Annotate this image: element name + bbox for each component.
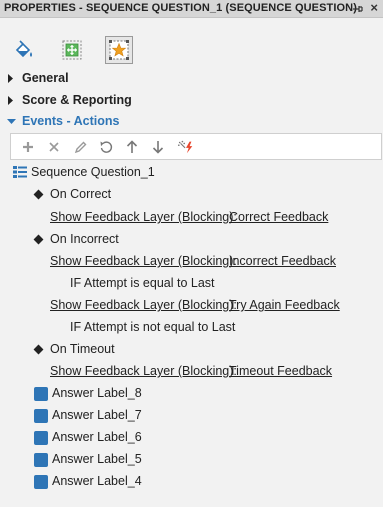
move-up-button[interactable] — [123, 138, 141, 156]
event-label: On Incorrect — [50, 232, 119, 246]
answer-square-icon — [34, 409, 48, 423]
answer-item[interactable]: Answer Label_6 — [0, 428, 383, 448]
answer-item[interactable]: Answer Label_4 — [0, 472, 383, 492]
delete-action-button[interactable] — [45, 138, 63, 156]
target-link[interactable]: Try Again Feedback — [229, 298, 340, 312]
close-icon[interactable]: × — [370, 1, 378, 15]
panel-titlebar: PROPERTIES - SEQUENCE QUESTION_1 (SEQUEN… — [0, 0, 383, 18]
answer-square-icon — [34, 431, 48, 445]
action-row-incorrect[interactable]: Show Feedback Layer (Blocking): Incorrec… — [0, 252, 383, 272]
tree-root-item[interactable]: Sequence Question_1 — [0, 163, 383, 183]
tab-position[interactable] — [58, 36, 86, 64]
undo-button[interactable] — [97, 138, 115, 156]
property-tabs — [0, 18, 383, 68]
star-action-icon — [109, 40, 129, 60]
magic-button[interactable] — [177, 138, 195, 156]
chevron-right-icon — [8, 96, 13, 105]
condition-label: IF Attempt is equal to Last — [70, 276, 215, 290]
tab-fill[interactable] — [10, 36, 38, 64]
event-on-incorrect[interactable]: On Incorrect — [0, 230, 383, 250]
chevron-down-icon — [7, 119, 16, 124]
paint-bucket-icon — [15, 40, 32, 58]
chevron-right-icon — [8, 74, 13, 83]
action-row-correct[interactable]: Show Feedback Layer (Blocking): Correct … — [0, 208, 383, 228]
section-general[interactable]: General — [0, 68, 383, 88]
diamond-bullet-icon — [33, 189, 44, 200]
panel-title: PROPERTIES - SEQUENCE QUESTION_1 (SEQUEN… — [4, 2, 357, 14]
answer-label: Answer Label_4 — [52, 474, 142, 488]
answer-item[interactable]: Answer Label_5 — [0, 450, 383, 470]
delete-icon — [49, 142, 59, 152]
action-row-timeout[interactable]: Show Feedback Layer (Blocking): Timeout … — [0, 362, 383, 382]
condition-row[interactable]: IF Attempt is not equal to Last — [0, 318, 383, 338]
actions-toolbar — [10, 133, 382, 160]
event-label: On Correct — [50, 187, 112, 201]
action-link[interactable]: Show Feedback Layer (Blocking): — [50, 254, 237, 268]
section-label: General — [22, 71, 69, 85]
condition-label: IF Attempt is not equal to Last — [70, 320, 236, 334]
section-events-actions[interactable]: Events - Actions — [0, 111, 383, 131]
diamond-bullet-icon — [33, 234, 44, 245]
action-link[interactable]: Show Feedback Layer (Blocking): — [50, 298, 237, 312]
action-link[interactable]: Show Feedback Layer (Blocking): — [50, 210, 237, 224]
pin-icon[interactable] — [351, 3, 363, 15]
answer-item[interactable]: Answer Label_8 — [0, 384, 383, 404]
target-link[interactable]: Incorrect Feedback — [229, 254, 336, 268]
add-action-button[interactable] — [19, 138, 37, 156]
section-label: Events - Actions — [22, 114, 120, 128]
event-on-correct[interactable]: On Correct — [0, 185, 383, 205]
section-score-reporting[interactable]: Score & Reporting — [0, 90, 383, 110]
move-down-button[interactable] — [149, 138, 167, 156]
tab-events[interactable] — [105, 36, 133, 64]
answer-square-icon — [34, 387, 48, 401]
move-arrows-icon — [62, 40, 82, 60]
add-icon — [23, 142, 33, 152]
action-row-try-again[interactable]: Show Feedback Layer (Blocking): Try Agai… — [0, 296, 383, 316]
move-down-icon — [152, 141, 164, 154]
sequence-question-icon — [13, 166, 27, 178]
event-on-timeout[interactable]: On Timeout — [0, 340, 383, 360]
undo-icon — [100, 141, 113, 153]
action-link[interactable]: Show Feedback Layer (Blocking): — [50, 364, 237, 378]
answer-square-icon — [34, 453, 48, 467]
target-link[interactable]: Timeout Feedback — [229, 364, 332, 378]
answer-square-icon — [34, 475, 48, 489]
condition-row[interactable]: IF Attempt is equal to Last — [0, 274, 383, 294]
move-up-icon — [126, 140, 138, 153]
event-label: On Timeout — [50, 342, 115, 356]
edit-action-button[interactable] — [71, 138, 89, 156]
magic-icon — [177, 140, 193, 154]
section-label: Score & Reporting — [22, 93, 132, 107]
answer-label: Answer Label_6 — [52, 430, 142, 444]
edit-icon — [74, 141, 86, 153]
answer-label: Answer Label_7 — [52, 408, 142, 422]
tree-root-label: Sequence Question_1 — [31, 165, 155, 179]
target-link[interactable]: Correct Feedback — [229, 210, 328, 224]
answer-label: Answer Label_8 — [52, 386, 142, 400]
answer-item[interactable]: Answer Label_7 — [0, 406, 383, 426]
answer-label: Answer Label_5 — [52, 452, 142, 466]
diamond-bullet-icon — [33, 344, 44, 355]
